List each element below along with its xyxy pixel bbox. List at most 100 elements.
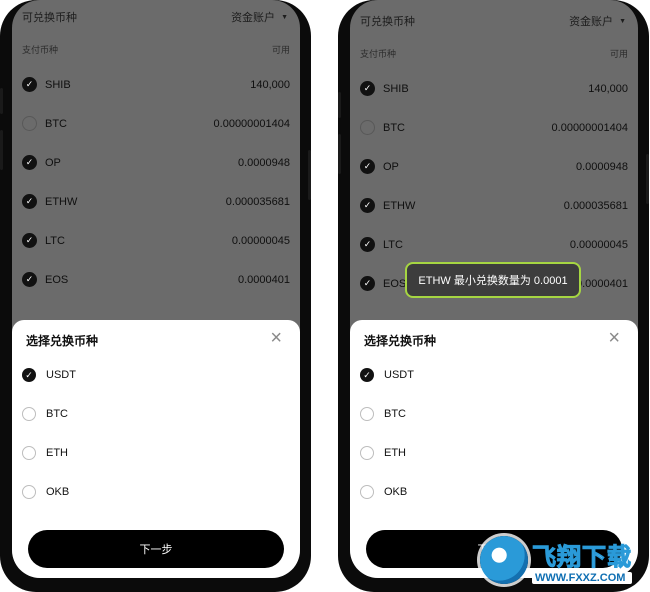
- close-icon[interactable]: ×: [270, 326, 282, 350]
- coin-name: BTC: [45, 117, 67, 130]
- option-label: USDT: [46, 369, 76, 381]
- volume-button: [0, 88, 3, 114]
- watermark-url: WWW.FXXZ.COM: [532, 571, 632, 584]
- option-eth[interactable]: ETH: [22, 442, 68, 464]
- option-okb[interactable]: OKB: [22, 481, 69, 503]
- list-item[interactable]: ✓ SHIB 140,000: [350, 69, 638, 108]
- coin-name: SHIB: [383, 82, 409, 95]
- option-label: ETH: [46, 447, 68, 459]
- unchecked-icon: [360, 446, 374, 460]
- column-coin: 支付币种: [360, 48, 397, 59]
- checked-icon: ✓: [360, 237, 375, 252]
- unchecked-icon: [22, 116, 37, 131]
- top-bar: 可兑换币种 资金账户 ▼: [12, 4, 300, 30]
- checked-icon: ✓: [22, 194, 37, 209]
- list-item[interactable]: ✓ EOS 0.0000401: [12, 260, 300, 299]
- checked-icon: ✓: [360, 368, 374, 382]
- account-label: 资金账户: [569, 16, 614, 28]
- screen-left: 可兑换币种 资金账户 ▼ 支付币种 可用 ✓ SHIB 140,000 BTC 0…: [12, 0, 300, 578]
- option-label: BTC: [46, 408, 68, 420]
- checked-icon: ✓: [360, 81, 375, 96]
- unchecked-icon: [22, 446, 36, 460]
- coin-amount: 140,000: [588, 82, 628, 95]
- checked-icon: ✓: [22, 272, 37, 287]
- watermark-brand: 飞翔下载: [532, 543, 632, 571]
- coin-amount: 0.000035681: [563, 199, 628, 212]
- option-eth[interactable]: ETH: [360, 442, 406, 464]
- coin-amount: 0.00000045: [231, 234, 290, 247]
- option-usdt[interactable]: ✓ USDT: [22, 364, 76, 386]
- coin-name: ETHW: [383, 199, 416, 212]
- list-item[interactable]: ✓ ETHW 0.000035681: [12, 182, 300, 221]
- account-selector[interactable]: 资金账户 ▼: [231, 9, 288, 25]
- sheet-title: 选择兑换币种: [364, 334, 437, 348]
- sheet-title: 选择兑换币种: [26, 334, 99, 348]
- checked-icon: ✓: [360, 276, 375, 291]
- volume-button: [338, 134, 341, 174]
- list-item[interactable]: ✓ LTC 0.00000045: [12, 221, 300, 260]
- option-usdt[interactable]: ✓ USDT: [360, 364, 414, 386]
- next-button[interactable]: 下一步: [28, 530, 284, 568]
- coin-name: BTC: [383, 121, 405, 134]
- page-title: 可兑换币种: [22, 12, 77, 24]
- power-button: [646, 154, 649, 204]
- watermark-logo-icon: [480, 536, 528, 584]
- power-button: [308, 150, 311, 200]
- phone-frame-left: 可兑换币种 资金账户 ▼ 支付币种 可用 ✓ SHIB 140,000 BTC 0…: [0, 0, 311, 592]
- unchecked-icon: [360, 407, 374, 421]
- unchecked-icon: [360, 120, 375, 135]
- list-item[interactable]: BTC 0.00000001404: [12, 104, 300, 143]
- column-header: 支付币种 可用: [12, 40, 300, 58]
- coin-amount: 0.00000045: [569, 238, 628, 251]
- option-label: OKB: [384, 486, 408, 498]
- watermark: 飞翔下载 WWW.FXXZ.COM: [480, 532, 638, 588]
- coin-amount: 0.0000401: [238, 273, 290, 286]
- list-item[interactable]: ✓ OP 0.0000948: [350, 147, 638, 186]
- coin-name: LTC: [45, 234, 65, 247]
- list-item[interactable]: ✓ ETHW 0.000035681: [350, 186, 638, 225]
- caret-down-icon: ▼: [619, 17, 626, 25]
- option-btc[interactable]: BTC: [360, 403, 406, 425]
- checked-icon: ✓: [360, 198, 375, 213]
- caret-down-icon: ▼: [281, 13, 288, 21]
- coin-name: ETHW: [45, 195, 78, 208]
- checked-icon: ✓: [360, 159, 375, 174]
- checked-icon: ✓: [22, 155, 37, 170]
- list-item[interactable]: BTC 0.00000001404: [350, 108, 638, 147]
- close-icon[interactable]: ×: [608, 326, 620, 350]
- list-item[interactable]: ✓ SHIB 140,000: [12, 65, 300, 104]
- option-btc[interactable]: BTC: [22, 403, 68, 425]
- option-okb[interactable]: OKB: [360, 481, 407, 503]
- account-selector[interactable]: 资金账户 ▼: [569, 13, 626, 29]
- coin-amount: 0.0000401: [576, 277, 628, 290]
- list-item[interactable]: ✓ LTC 0.00000045: [350, 225, 638, 264]
- coin-amount: 0.00000001404: [213, 117, 290, 130]
- top-bar: 可兑换币种 资金账户 ▼: [350, 8, 638, 34]
- column-available: 可用: [609, 48, 628, 59]
- unchecked-icon: [22, 485, 36, 499]
- checked-icon: ✓: [22, 233, 37, 248]
- option-label: BTC: [384, 408, 406, 420]
- coin-amount: 0.0000948: [238, 156, 290, 169]
- bottom-sheet: 选择兑换币种 × ✓ USDT BTC ETH OKB 下一步: [12, 320, 300, 578]
- option-label: ETH: [384, 447, 406, 459]
- option-label: USDT: [384, 369, 414, 381]
- coin-name: EOS: [383, 277, 407, 290]
- coin-name: SHIB: [45, 78, 71, 91]
- list-item[interactable]: ✓ OP 0.0000948: [12, 143, 300, 182]
- screen-right: 可兑换币种 资金账户 ▼ 支付币种 可用 ✓ SHIB 140,000 BTC 0…: [350, 0, 638, 578]
- checked-icon: ✓: [22, 368, 36, 382]
- column-header: 支付币种 可用: [350, 44, 638, 62]
- option-label: OKB: [46, 486, 70, 498]
- column-coin: 支付币种: [22, 44, 59, 55]
- coin-amount: 140,000: [250, 78, 290, 91]
- phone-frame-right: 可兑换币种 资金账户 ▼ 支付币种 可用 ✓ SHIB 140,000 BTC 0…: [338, 0, 649, 592]
- coin-amount: 0.000035681: [225, 195, 290, 208]
- account-label: 资金账户: [231, 12, 276, 24]
- volume-button: [0, 130, 3, 170]
- coin-amount: 0.00000001404: [551, 121, 628, 134]
- column-available: 可用: [271, 44, 290, 55]
- page-title: 可兑换币种: [360, 16, 415, 28]
- toast-message: ETHW 最小兑换数量为 0.0001: [405, 262, 581, 298]
- coin-name: EOS: [45, 273, 69, 286]
